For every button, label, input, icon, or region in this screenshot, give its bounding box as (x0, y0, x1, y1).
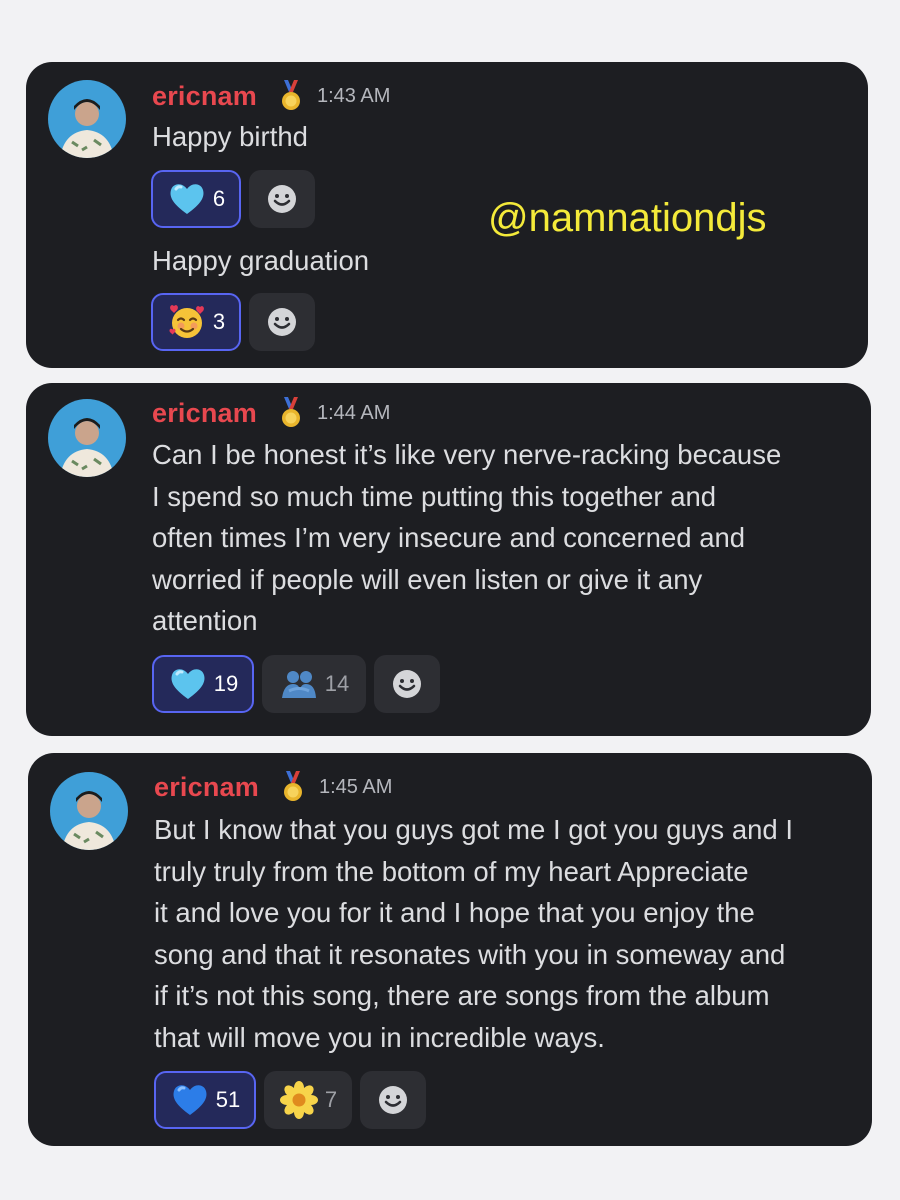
message-text: Happy graduation (152, 245, 370, 276)
message-line: truly truly from the bottom of my heart … (154, 855, 749, 887)
add-reaction-button[interactable] (360, 1071, 426, 1129)
reaction-bar: 6 (151, 170, 315, 228)
reaction-count: 3 (212, 309, 226, 334)
light-blue-heart-icon (167, 179, 207, 219)
reaction-bar: 51 7 (154, 1071, 426, 1129)
reaction-count: 19 (213, 671, 239, 696)
reaction-count: 6 (212, 186, 226, 211)
reaction-count: 7 (324, 1087, 338, 1112)
reaction-count: 51 (215, 1087, 241, 1112)
timestamp: 1:45 AM (318, 775, 393, 798)
username[interactable]: ericnam (152, 81, 257, 112)
username[interactable]: ericnam (152, 398, 257, 429)
username[interactable]: ericnam (154, 772, 259, 803)
message-line: worried if people will even listen or gi… (152, 563, 703, 595)
avatar[interactable] (48, 399, 126, 477)
message-text: But I know that you guys got me I got yo… (154, 809, 793, 1059)
message-card: ericnam 1:45 AM But I know that you guys… (28, 753, 872, 1146)
people-hugging-icon (279, 664, 319, 704)
avatar[interactable] (48, 80, 126, 158)
reaction-button[interactable]: 19 (152, 655, 254, 713)
medal-icon (281, 397, 300, 427)
add-reaction-smiley-icon (376, 1083, 410, 1117)
message-line: song and that it resonates with you in s… (154, 938, 786, 970)
reaction-button[interactable]: 14 (262, 655, 366, 713)
medal-icon (281, 80, 300, 110)
add-reaction-button[interactable] (374, 655, 440, 713)
message-line: that will move you in incredible ways. (154, 1021, 605, 1053)
message-line: often times I’m very insecure and concer… (152, 522, 746, 554)
medal-icon (283, 771, 302, 801)
message-line: attention (152, 605, 258, 637)
add-reaction-smiley-icon (390, 667, 424, 701)
message-line: I spend so much time putting this togeth… (152, 480, 717, 512)
message-card: ericnam 1:44 AM Can I be honest it’s lik… (26, 383, 871, 736)
reaction-count: 14 (324, 671, 350, 696)
reaction-bar: 3 (151, 293, 315, 351)
message-line: if it’s not this song, there are songs f… (154, 980, 770, 1012)
light-blue-heart-icon (168, 664, 208, 704)
watermark-handle: @namnationdjs (488, 196, 767, 240)
blue-heart-icon (170, 1080, 210, 1120)
timestamp: 1:44 AM (316, 401, 391, 424)
message-line: it and love you for it and I hope that y… (154, 897, 755, 929)
add-reaction-smiley-icon (265, 305, 299, 339)
message-text: Can I be honest it’s like very nerve-rac… (152, 434, 781, 642)
add-reaction-button[interactable] (249, 170, 315, 228)
add-reaction-smiley-icon (265, 182, 299, 216)
message-line: Can I be honest it’s like very nerve-rac… (152, 439, 782, 470)
reaction-bar: 19 14 (152, 655, 440, 713)
avatar[interactable] (50, 772, 128, 850)
reaction-button[interactable]: 7 (264, 1071, 352, 1129)
message-line: But I know that you guys got me I got yo… (154, 814, 793, 845)
timestamp: 1:43 AM (316, 84, 391, 107)
reaction-button[interactable]: 6 (151, 170, 241, 228)
add-reaction-button[interactable] (249, 293, 315, 351)
reaction-button[interactable]: 51 (154, 1071, 256, 1129)
message-text: Happy birthd (152, 121, 308, 152)
blossom-icon (279, 1080, 319, 1120)
reaction-button[interactable]: 3 (151, 293, 241, 351)
smiling-face-with-hearts-icon (167, 302, 207, 342)
